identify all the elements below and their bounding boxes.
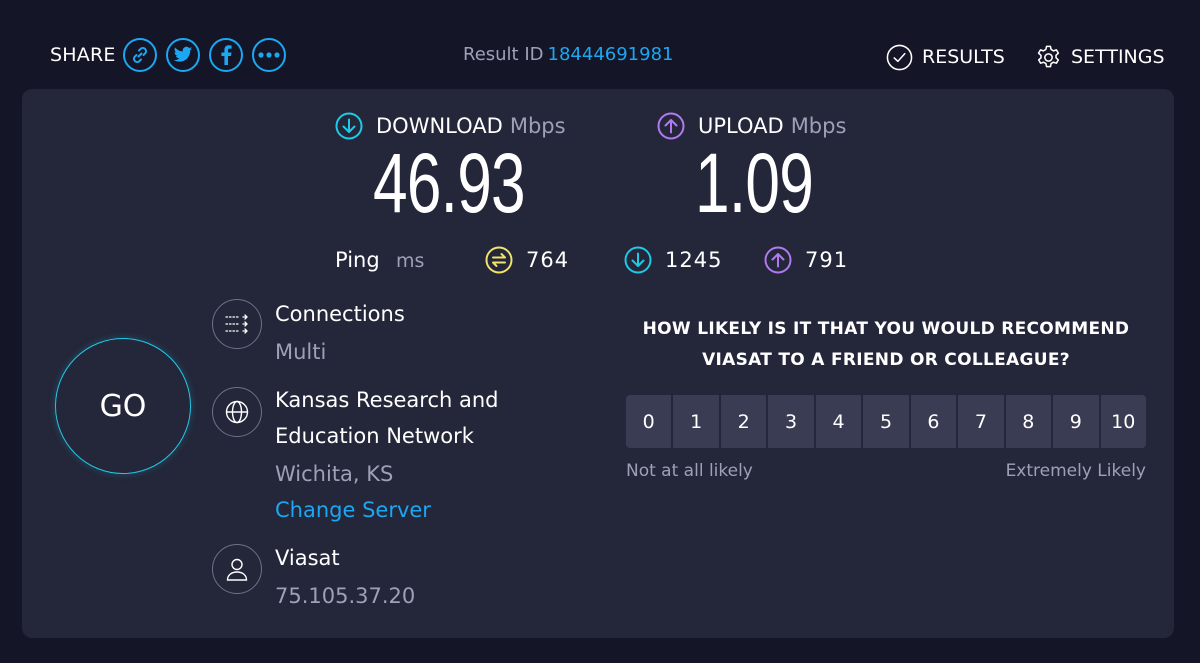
settings-button[interactable]: SETTINGS — [1035, 42, 1165, 72]
rating-option-10[interactable]: 10 — [1100, 395, 1146, 448]
server-location: Wichita, KS — [275, 462, 394, 486]
download-unit: Mbps — [509, 114, 566, 138]
header: SHARE Result ID 18444691981 RESULTS SETT… — [0, 0, 1200, 90]
ping-row: Ping ms 764 1245 791 — [0, 244, 1200, 278]
result-id-link[interactable]: 18444691981 — [548, 44, 674, 65]
survey-question-line2: VIASAT TO A FRIEND OR COLLEAGUE? — [702, 350, 1070, 370]
results-label: RESULTS — [922, 46, 1005, 68]
rating-option-4[interactable]: 4 — [815, 395, 862, 448]
rating-option-7[interactable]: 7 — [958, 395, 1004, 448]
share-twitter-button[interactable] — [165, 38, 200, 72]
download-arrow-icon — [335, 112, 363, 140]
globe-icon — [212, 387, 262, 437]
go-button[interactable]: GO — [55, 338, 191, 474]
server-name-line1: Kansas Research and — [275, 388, 499, 412]
upload-latency-icon — [764, 246, 792, 274]
settings-label: SETTINGS — [1071, 46, 1165, 68]
rating-option-6[interactable]: 6 — [910, 395, 957, 448]
rating-scale: 0 1 2 3 4 5 6 7 8 9 10 — [626, 395, 1146, 448]
twitter-icon — [173, 46, 192, 62]
rating-option-2[interactable]: 2 — [720, 395, 767, 448]
download-latency-icon — [624, 246, 652, 274]
user-icon — [212, 544, 262, 594]
link-icon — [132, 47, 147, 63]
rating-option-3[interactable]: 3 — [768, 395, 814, 448]
results-button[interactable]: RESULTS — [886, 42, 1005, 72]
upload-unit: Mbps — [790, 114, 847, 138]
gear-icon — [1037, 45, 1060, 67]
ping-upload-value: 791 — [805, 248, 849, 272]
ping-idle[interactable]: 764 — [485, 246, 569, 274]
upload-arrow-icon — [657, 112, 685, 140]
provider-name: Viasat — [275, 546, 340, 570]
share-facebook-button[interactable] — [208, 38, 243, 72]
provider-ip: 75.105.37.20 — [275, 584, 416, 608]
more-icon — [257, 52, 280, 58]
ping-idle-value: 764 — [526, 248, 570, 272]
result-id-label: Result ID — [463, 44, 544, 65]
share-link-button[interactable] — [122, 38, 157, 72]
result-id: Result ID 18444691981 — [463, 44, 674, 65]
survey-question-line1: HOW LIKELY IS IT THAT YOU WOULD RECOMMEN… — [642, 319, 1130, 339]
rating-option-5[interactable]: 5 — [863, 395, 909, 448]
download-speed-value: 46.93 — [373, 136, 526, 230]
ping-upload[interactable]: 791 — [764, 246, 848, 274]
rating-option-9[interactable]: 9 — [1053, 395, 1099, 448]
download-label: DOWNLOAD — [376, 114, 503, 138]
scale-high-label: Extremely Likely — [1005, 461, 1146, 481]
facebook-icon — [220, 45, 232, 65]
ping-label: Ping — [335, 248, 380, 272]
check-circle-icon — [886, 44, 913, 70]
rating-option-1[interactable]: 1 — [673, 395, 719, 448]
connections-title: Connections — [275, 302, 405, 326]
survey-question: HOW LIKELY IS IT THAT YOU WOULD RECOMMEN… — [626, 314, 1146, 376]
upload-speed-value: 1.09 — [695, 136, 814, 230]
ping-unit: ms — [396, 250, 425, 272]
connections-icon — [212, 299, 262, 349]
ping-download[interactable]: 1245 — [624, 246, 722, 274]
change-server-link[interactable]: Change Server — [275, 498, 431, 522]
rating-option-8[interactable]: 8 — [1005, 395, 1052, 448]
ping-download-value: 1245 — [665, 248, 723, 272]
share-bar: SHARE — [50, 38, 295, 72]
idle-latency-icon — [485, 246, 513, 274]
share-label: SHARE — [50, 44, 116, 66]
rating-option-0[interactable]: 0 — [626, 395, 672, 448]
scale-low-label: Not at all likely — [626, 461, 753, 481]
server-name-line2: Education Network — [275, 424, 474, 448]
share-more-button[interactable] — [251, 38, 286, 72]
connections-value: Multi — [275, 340, 327, 364]
upload-label: UPLOAD — [698, 114, 784, 138]
